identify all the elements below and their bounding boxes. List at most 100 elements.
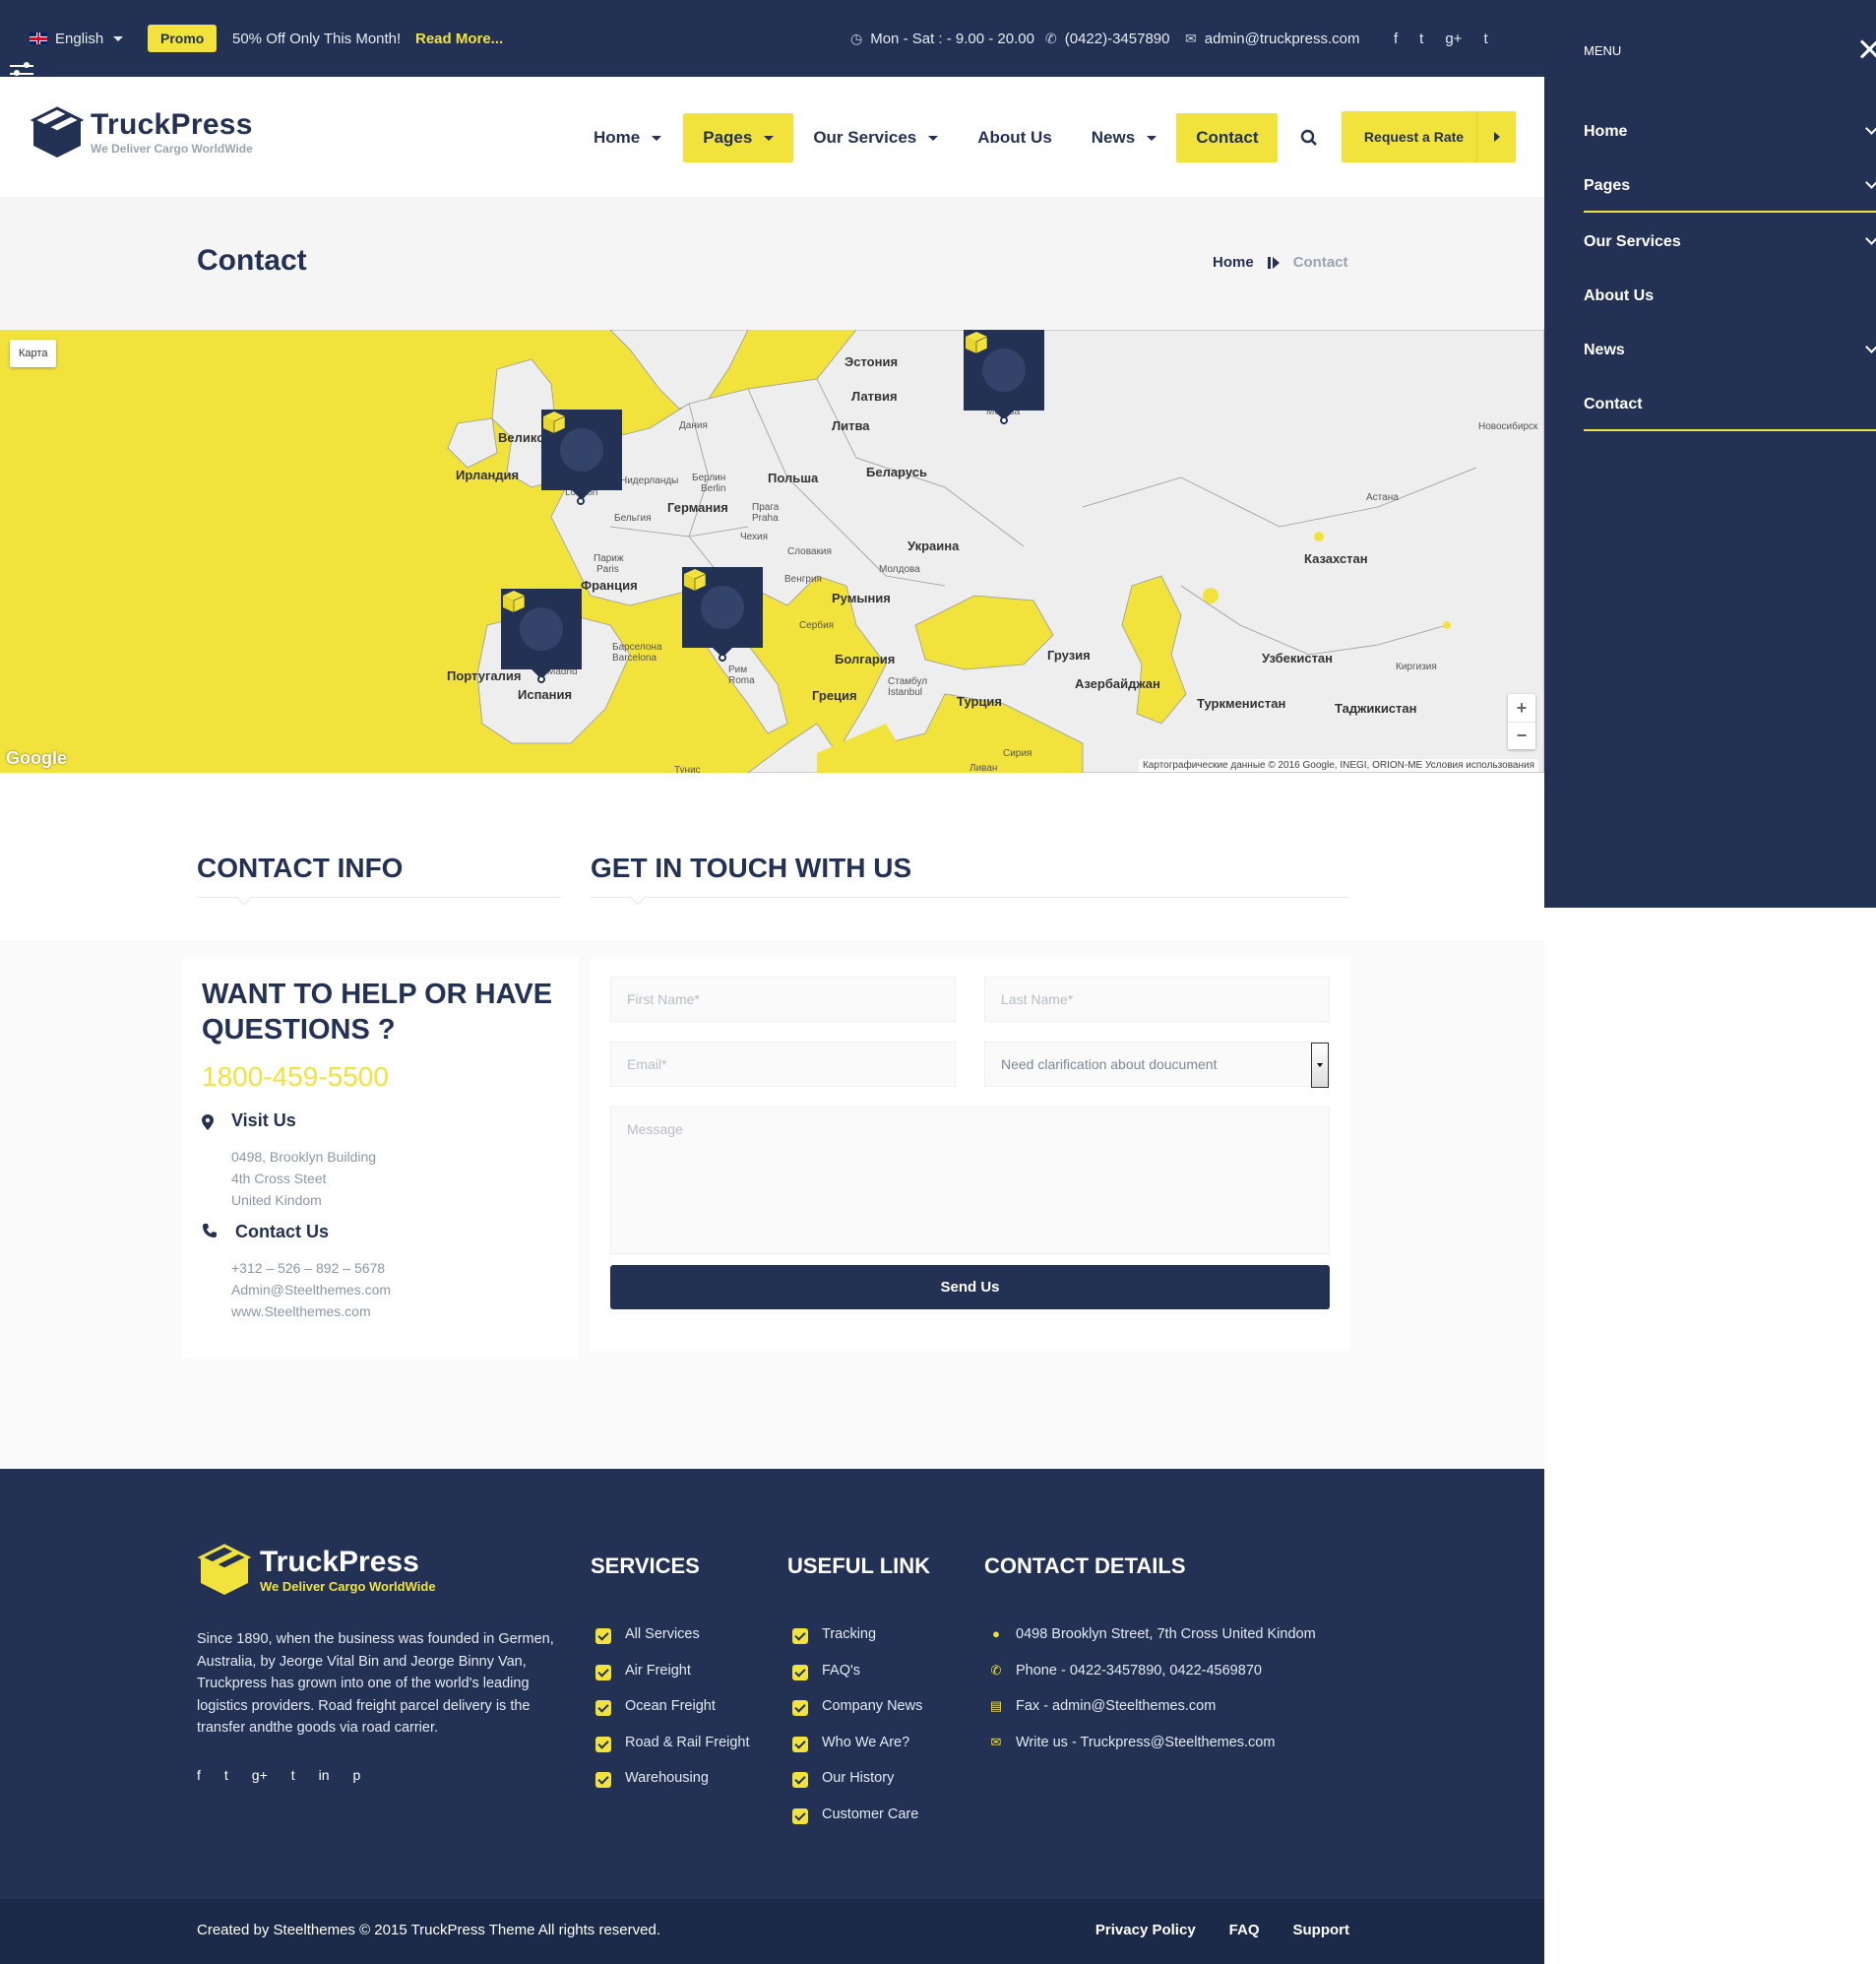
- map-attribution[interactable]: Картографические данные © 2016 Google, I…: [1139, 759, 1538, 772]
- map-marker-london[interactable]: [541, 410, 622, 490]
- twitter-icon[interactable]: t: [224, 1767, 228, 1783]
- footer-logo[interactable]: TruckPress We Deliver Cargo WorldWide: [197, 1542, 436, 1597]
- map-marker-madrid[interactable]: [501, 589, 582, 669]
- nav-news[interactable]: News: [1072, 113, 1176, 162]
- nav-pages[interactable]: Pages: [683, 113, 793, 162]
- map-type-button[interactable]: Карта: [10, 340, 56, 367]
- map-label: Таджикистан: [1335, 701, 1416, 716]
- side-menu-home[interactable]: Home: [1584, 104, 1876, 158]
- faq-link[interactable]: FAQ: [1229, 1922, 1260, 1938]
- nav-contact[interactable]: Contact: [1176, 113, 1278, 162]
- bottom-bar: Created by Steelthemes © 2015 TruckPress…: [0, 1899, 1544, 1964]
- list-item[interactable]: Our History: [792, 1770, 922, 1806]
- facebook-icon[interactable]: f: [1394, 31, 1398, 47]
- logo[interactable]: TruckPress We Deliver Cargo WorldWide: [30, 104, 253, 159]
- side-menu-news[interactable]: News: [1584, 323, 1876, 377]
- map-pin-icon: [202, 1114, 214, 1135]
- checkbox-icon: [595, 1772, 611, 1788]
- request-rate-button[interactable]: Request a Rate: [1342, 111, 1516, 162]
- google-plus-icon[interactable]: g+: [252, 1767, 268, 1783]
- page-title-bar: Contact Home Contact: [0, 197, 1544, 330]
- facebook-icon[interactable]: f: [197, 1767, 201, 1783]
- map-label: Сирия: [1003, 748, 1032, 759]
- zoom-in-button[interactable]: +: [1508, 694, 1535, 722]
- map-label: Эстония: [844, 354, 898, 369]
- tumblr-icon[interactable]: t: [291, 1767, 295, 1783]
- side-menu-pages[interactable]: Pages: [1584, 158, 1876, 213]
- list-item[interactable]: Ocean Freight: [595, 1698, 750, 1735]
- promo-badge: Promo: [148, 25, 217, 52]
- chevron-down-icon: [928, 136, 938, 141]
- footer-brand-tagline: We Deliver Cargo WorldWide: [260, 1579, 436, 1594]
- map-label: Франция: [581, 578, 638, 593]
- map-label: Португалия: [447, 668, 521, 683]
- box-icon: [520, 607, 563, 651]
- send-button[interactable]: Send Us: [610, 1265, 1330, 1309]
- zoom-out-button[interactable]: −: [1508, 722, 1535, 749]
- breadcrumb-home[interactable]: Home: [1213, 254, 1254, 271]
- checkbox-icon: [792, 1628, 808, 1644]
- email-input[interactable]: Email*: [610, 1042, 956, 1087]
- map-label: Стамбул: [888, 676, 927, 687]
- map-label: Новосибирск: [1478, 421, 1537, 432]
- list-item[interactable]: Air Freight: [595, 1663, 750, 1699]
- privacy-policy-link[interactable]: Privacy Policy: [1095, 1922, 1196, 1938]
- map-label: Рим: [728, 665, 747, 675]
- nav-home[interactable]: Home: [574, 113, 681, 162]
- email-info[interactable]: ✉ admin@truckpress.com: [1185, 0, 1360, 77]
- google-plus-icon[interactable]: g+: [1445, 31, 1462, 47]
- breadcrumb: Home Contact: [1213, 254, 1348, 271]
- google-map[interactable]: Карта Эстония Латвия Литва Дания Велико …: [0, 330, 1544, 773]
- chevron-down-icon: [1147, 136, 1157, 141]
- list-item[interactable]: FAQ's: [792, 1663, 922, 1699]
- phone-text: (0422)-3457890: [1065, 31, 1170, 47]
- hotline-number[interactable]: 1800-459-5500: [202, 1061, 389, 1093]
- language-label: English: [55, 31, 103, 47]
- side-menu-contact[interactable]: Contact: [1584, 377, 1876, 431]
- chevron-down-icon: [1865, 341, 1876, 353]
- map-label: İstanbul: [888, 687, 922, 698]
- search-icon[interactable]: [1289, 113, 1329, 162]
- map-label: Berlin: [701, 483, 726, 494]
- list-item[interactable]: All Services: [595, 1626, 750, 1663]
- pinterest-icon[interactable]: p: [353, 1767, 361, 1783]
- map-marker-moscow[interactable]: [964, 330, 1044, 411]
- twitter-icon[interactable]: t: [1419, 31, 1423, 47]
- tumblr-icon[interactable]: t: [1483, 31, 1487, 47]
- footer-about-text: Since 1890, when the business was founde…: [197, 1628, 571, 1740]
- fax-icon: ▤: [986, 1698, 1006, 1714]
- list-item[interactable]: Company News: [792, 1698, 922, 1735]
- linkedin-icon[interactable]: in: [319, 1767, 330, 1783]
- checkbox-icon: [595, 1665, 611, 1680]
- map-marker-rome[interactable]: [682, 567, 763, 648]
- read-more-link[interactable]: Read More...: [415, 0, 503, 77]
- nav-about-us[interactable]: About Us: [958, 113, 1072, 162]
- list-item[interactable]: Tracking: [792, 1626, 922, 1663]
- checkbox-icon: [792, 1737, 808, 1752]
- footer-social-links: f t g+ t in p: [197, 1767, 360, 1783]
- side-menu-our-services[interactable]: Our Services: [1584, 215, 1876, 269]
- breadcrumb-current: Contact: [1293, 254, 1348, 271]
- list-item[interactable]: Warehousing: [595, 1770, 750, 1806]
- nav-our-services[interactable]: Our Services: [793, 113, 958, 162]
- last-name-input[interactable]: Last Name*: [984, 977, 1330, 1022]
- map-zoom-controls: + −: [1508, 694, 1535, 749]
- map-label: Бельгия: [614, 513, 652, 524]
- support-link[interactable]: Support: [1293, 1922, 1350, 1938]
- services-list: All Services Air Freight Ocean Freight R…: [595, 1626, 750, 1806]
- box-icon: [701, 586, 744, 629]
- heading-divider: [591, 897, 1348, 898]
- subject-select[interactable]: Need clarification about doucument: [984, 1042, 1330, 1087]
- map-label: Беларусь: [866, 465, 927, 479]
- list-item[interactable]: Road & Rail Freight: [595, 1735, 750, 1771]
- message-textarea[interactable]: Message: [610, 1107, 1330, 1254]
- side-menu-about-us[interactable]: About Us: [1584, 269, 1876, 323]
- list-item[interactable]: Customer Care: [792, 1806, 922, 1843]
- first-name-input[interactable]: First Name*: [610, 977, 956, 1022]
- list-item[interactable]: Who We Are?: [792, 1735, 922, 1771]
- close-icon[interactable]: [1857, 37, 1876, 61]
- map-label: Париж: [594, 553, 624, 564]
- chevron-down-icon: [1865, 176, 1876, 189]
- map-label: Венгрия: [784, 574, 822, 585]
- main-nav: Home Pages Our Services About Us News Co…: [574, 113, 1329, 162]
